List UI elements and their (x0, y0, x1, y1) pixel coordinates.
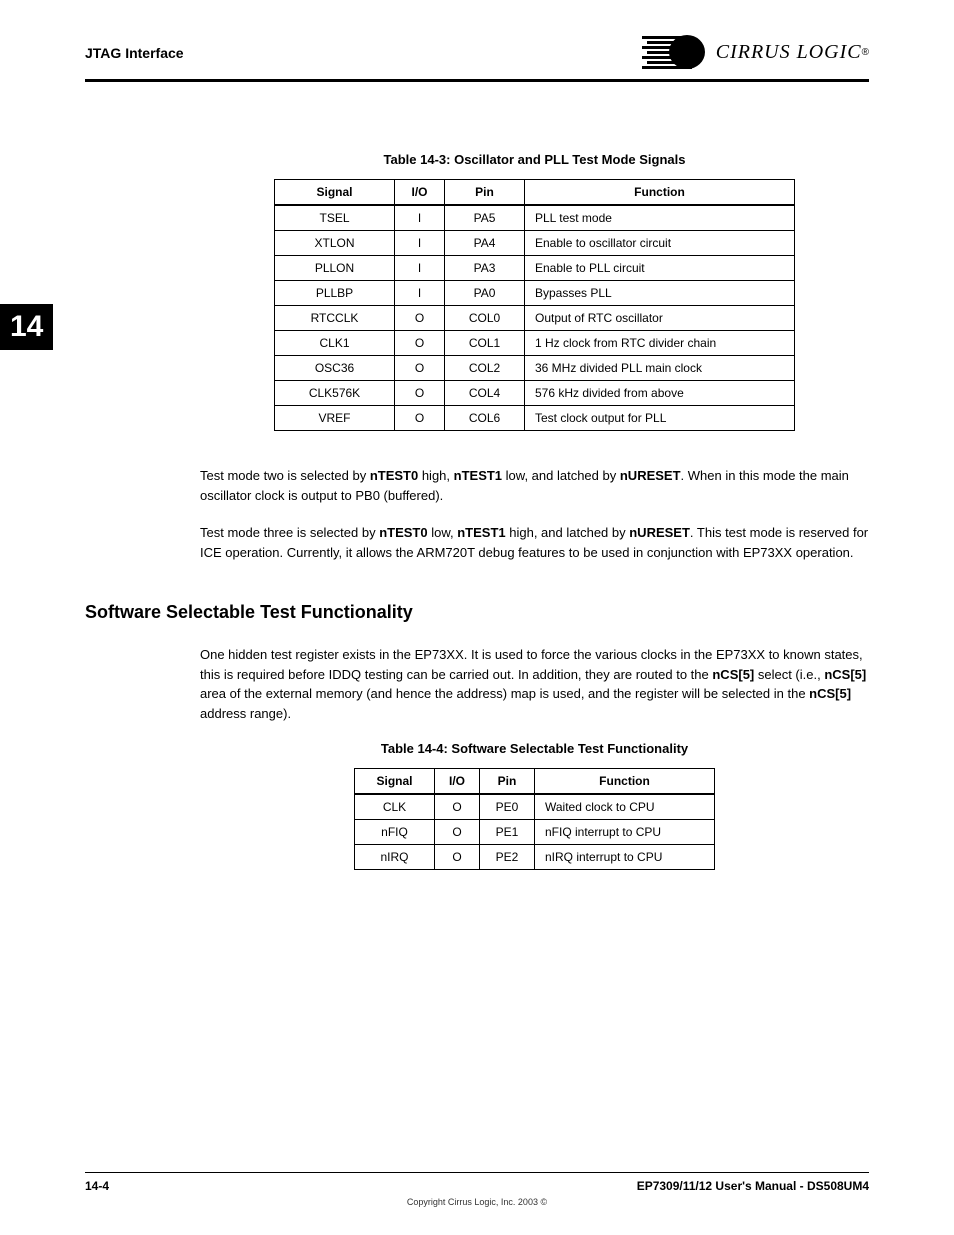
cell-pin: COL6 (445, 406, 525, 431)
cell-fn: Test clock output for PLL (525, 406, 795, 431)
document-id: EP7309/11/12 User's Manual - DS508UM4 (637, 1179, 869, 1193)
cell-pin: PE1 (480, 820, 535, 845)
table-row: PLLBPIPA0Bypasses PLL (275, 281, 795, 306)
cell-pin: PA5 (445, 205, 525, 231)
cell-pin: COL4 (445, 381, 525, 406)
cell-signal: RTCCLK (275, 306, 395, 331)
table-row: CLK576KOCOL4576 kHz divided from above (275, 381, 795, 406)
cell-fn: PLL test mode (525, 205, 795, 231)
cell-io: O (435, 845, 480, 870)
page-footer: 14-4 EP7309/11/12 User's Manual - DS508U… (85, 1172, 869, 1207)
cell-io: I (395, 281, 445, 306)
brand-logo: CIRRUS LOGIC® (642, 30, 869, 75)
page-number: 14-4 (85, 1179, 109, 1193)
table-row: nFIQOPE1nFIQ interrupt to CPU (355, 820, 715, 845)
cell-fn: Waited clock to CPU (535, 794, 715, 820)
cell-signal: nIRQ (355, 845, 435, 870)
cell-signal: CLK1 (275, 331, 395, 356)
chapter-number-tab: 14 (0, 304, 53, 350)
cell-signal: PLLON (275, 256, 395, 281)
cell-signal: nFIQ (355, 820, 435, 845)
table-row: RTCCLKOCOL0Output of RTC oscillator (275, 306, 795, 331)
table-row: CLK1OCOL11 Hz clock from RTC divider cha… (275, 331, 795, 356)
cell-signal: PLLBP (275, 281, 395, 306)
cell-fn: Enable to PLL circuit (525, 256, 795, 281)
cell-pin: COL1 (445, 331, 525, 356)
table-row: TSELIPA5PLL test mode (275, 205, 795, 231)
table-row: VREFOCOL6Test clock output for PLL (275, 406, 795, 431)
t2-h-pin: Pin (480, 769, 535, 795)
section-heading: Software Selectable Test Functionality (85, 602, 869, 623)
table-row: CLKOPE0Waited clock to CPU (355, 794, 715, 820)
cell-fn: nFIQ interrupt to CPU (535, 820, 715, 845)
cell-signal: OSC36 (275, 356, 395, 381)
cell-fn: 576 kHz divided from above (525, 381, 795, 406)
t1-h-fn: Function (525, 180, 795, 206)
table-14-3: Signal I/O Pin Function TSELIPA5PLL test… (274, 179, 795, 431)
cell-fn: nIRQ interrupt to CPU (535, 845, 715, 870)
page-header: JTAG Interface CIRRUS LOGIC® (85, 30, 869, 82)
t1-h-pin: Pin (445, 180, 525, 206)
cell-signal: CLK576K (275, 381, 395, 406)
table-14-3-caption: Table 14-3: Oscillator and PLL Test Mode… (200, 152, 869, 167)
cell-fn: Enable to oscillator circuit (525, 231, 795, 256)
t2-h-fn: Function (535, 769, 715, 795)
paragraph-test-mode-3: Test mode three is selected by nTEST0 lo… (200, 523, 869, 562)
cell-io: O (395, 306, 445, 331)
cell-io: O (435, 820, 480, 845)
cell-io: I (395, 256, 445, 281)
cell-signal: VREF (275, 406, 395, 431)
cell-signal: TSEL (275, 205, 395, 231)
cell-io: O (395, 356, 445, 381)
table-row: OSC36OCOL236 MHz divided PLL main clock (275, 356, 795, 381)
table-row: nIRQOPE2nIRQ interrupt to CPU (355, 845, 715, 870)
t2-h-io: I/O (435, 769, 480, 795)
t2-h-signal: Signal (355, 769, 435, 795)
cell-pin: PA3 (445, 256, 525, 281)
cell-pin: COL2 (445, 356, 525, 381)
copyright-line: Copyright Cirrus Logic, Inc. 2003 © (85, 1197, 869, 1207)
paragraph-test-mode-2: Test mode two is selected by nTEST0 high… (200, 466, 869, 505)
cell-pin: COL0 (445, 306, 525, 331)
registered-mark: ® (862, 47, 869, 58)
cell-io: I (395, 205, 445, 231)
table-row: PLLONIPA3Enable to PLL circuit (275, 256, 795, 281)
header-section-title: JTAG Interface (85, 45, 184, 61)
cell-io: O (395, 406, 445, 431)
cell-io: O (435, 794, 480, 820)
cell-fn: 36 MHz divided PLL main clock (525, 356, 795, 381)
t1-h-signal: Signal (275, 180, 395, 206)
cell-io: O (395, 331, 445, 356)
table-row: XTLONIPA4Enable to oscillator circuit (275, 231, 795, 256)
table-14-4: Signal I/O Pin Function CLKOPE0Waited cl… (354, 768, 715, 870)
table-14-4-caption: Table 14-4: Software Selectable Test Fun… (200, 741, 869, 756)
cell-io: I (395, 231, 445, 256)
cell-pin: PA4 (445, 231, 525, 256)
cell-pin: PE2 (480, 845, 535, 870)
cell-signal: CLK (355, 794, 435, 820)
cell-pin: PE0 (480, 794, 535, 820)
cell-io: O (395, 381, 445, 406)
cell-pin: PA0 (445, 281, 525, 306)
cell-fn: 1 Hz clock from RTC divider chain (525, 331, 795, 356)
cell-signal: XTLON (275, 231, 395, 256)
cell-fn: Bypasses PLL (525, 281, 795, 306)
brand-name: CIRRUS LOGIC (716, 41, 862, 64)
t1-h-io: I/O (395, 180, 445, 206)
cirrus-logo-icon (642, 30, 712, 75)
cell-fn: Output of RTC oscillator (525, 306, 795, 331)
paragraph-hidden-register: One hidden test register exists in the E… (200, 645, 869, 723)
